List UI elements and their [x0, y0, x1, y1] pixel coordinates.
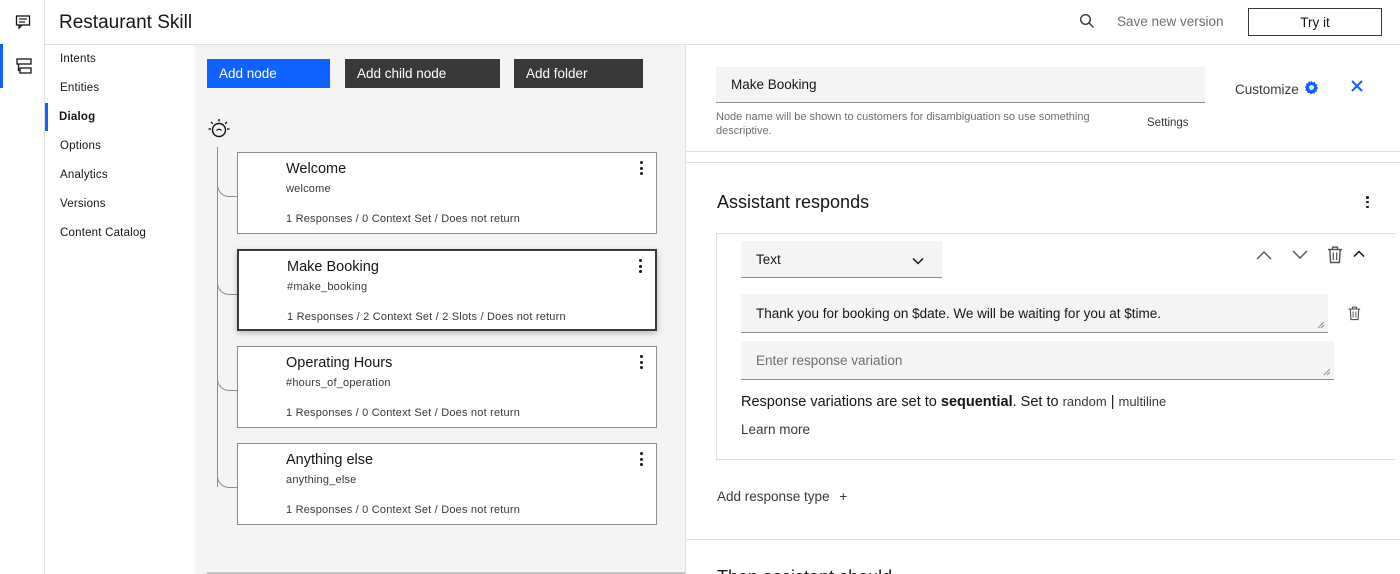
chevron-down-icon: [912, 253, 924, 268]
add-folder-button[interactable]: Add folder: [514, 59, 643, 88]
customize-button[interactable]: Customize: [1235, 80, 1319, 98]
overflow-menu-icon[interactable]: [636, 159, 646, 177]
move-down-icon[interactable]: [1292, 248, 1308, 266]
chat-icon[interactable]: [0, 0, 45, 44]
delete-variation-icon[interactable]: [1348, 306, 1361, 326]
node-name-input[interactable]: Make Booking: [716, 67, 1205, 103]
node-summary: 1 Responses / 2 Context Set / 2 Slots / …: [287, 311, 566, 323]
nav-item-options[interactable]: Options: [45, 132, 195, 160]
overflow-menu-icon[interactable]: [636, 450, 646, 468]
variation-option-random[interactable]: random: [1063, 394, 1107, 409]
node-condition: anything_else: [286, 474, 357, 486]
dialog-canvas: Add node Add child node Add folder Welco…: [195, 45, 685, 574]
node-name: Operating Hours: [286, 355, 393, 371]
variations-mode: sequential: [940, 394, 1013, 410]
response-type-value: Text: [756, 251, 781, 267]
gear-icon: [1304, 80, 1319, 98]
nav-item-intents[interactable]: Intents: [45, 45, 195, 73]
divider: [686, 162, 1400, 163]
try-it-button[interactable]: Try it: [1248, 8, 1382, 36]
divider: [686, 539, 1400, 540]
tree-branch: [217, 275, 237, 295]
settings-link[interactable]: Settings: [1147, 117, 1189, 129]
node-editor-panel: Make Booking Node name will be shown to …: [685, 45, 1400, 574]
nav-item-content-catalog[interactable]: Content Catalog: [45, 219, 195, 247]
dialog-node-anything-else[interactable]: Anything else anything_else 1 Responses …: [237, 443, 657, 525]
nav-item-dialog[interactable]: Dialog: [45, 103, 195, 131]
add-response-type-label: Add response type: [717, 489, 830, 504]
node-name: Welcome: [286, 161, 347, 177]
left-rail: [0, 0, 45, 574]
skill-nav: Intents Entities Dialog Options Analytic…: [45, 45, 195, 574]
section-title-assistant-responds: Assistant responds: [717, 192, 870, 212]
overflow-menu-icon[interactable]: [635, 257, 645, 275]
add-response-type-button[interactable]: Add response type +: [717, 489, 847, 504]
add-node-button[interactable]: Add node: [207, 59, 330, 88]
save-new-version-button[interactable]: Save new version: [1117, 14, 1224, 29]
node-summary: 1 Responses / 0 Context Set / Does not r…: [286, 407, 521, 419]
overflow-menu-icon[interactable]: [636, 353, 646, 371]
nav-item-versions[interactable]: Versions: [45, 190, 195, 218]
resize-grip-icon[interactable]: [1317, 321, 1325, 329]
section-title-then-assistant: Then assistant should: [717, 567, 892, 574]
tree-branch: [217, 371, 237, 391]
search-icon[interactable]: [1079, 13, 1095, 34]
tree-connector: [217, 147, 218, 487]
variations-setting-text: Response variations are set to sequentia…: [741, 394, 1166, 410]
tree-branch: [217, 177, 237, 197]
node-name: Make Booking: [287, 259, 379, 275]
variations-mid: . Set to: [1012, 394, 1063, 410]
divider: [716, 459, 1395, 460]
move-up-icon[interactable]: [1256, 248, 1272, 266]
top-bar: Restaurant Skill Save new version Try it: [45, 0, 1400, 45]
page-title: Restaurant Skill: [59, 12, 193, 33]
learn-more-link[interactable]: Learn more: [741, 422, 810, 437]
add-icon: +: [839, 489, 848, 504]
skill-tree-icon[interactable]: [0, 44, 45, 88]
node-condition: #hours_of_operation: [286, 377, 391, 389]
variation-option-multiline[interactable]: multiline: [1119, 394, 1167, 409]
variation-option-separator: |: [1106, 394, 1119, 410]
dialog-node-make-booking[interactable]: Make Booking #make_booking 1 Responses /…: [237, 249, 657, 331]
nav-item-entities[interactable]: Entities: [45, 74, 195, 102]
node-name-helper-text: Node name will be shown to customers for…: [716, 111, 1090, 137]
node-condition: #make_booking: [287, 281, 368, 293]
response-type-select[interactable]: Text: [741, 241, 942, 278]
dialog-node-welcome[interactable]: Welcome welcome 1 Responses / 0 Context …: [237, 152, 657, 234]
add-child-node-button[interactable]: Add child node: [345, 59, 500, 88]
close-icon[interactable]: [1350, 79, 1364, 98]
response-text-value: Thank you for booking on $date. We will …: [756, 305, 1161, 321]
tree-branch: [217, 468, 237, 488]
resize-grip-icon[interactable]: [1323, 368, 1331, 376]
node-condition: welcome: [286, 183, 331, 195]
customize-label: Customize: [1235, 81, 1299, 97]
collapse-icon[interactable]: [1353, 245, 1365, 263]
response-variation-placeholder: Enter response variation: [756, 352, 903, 368]
assistant-bulb-icon: [207, 117, 231, 146]
node-name: Anything else: [286, 452, 374, 468]
nav-item-analytics[interactable]: Analytics: [45, 161, 195, 189]
variations-prefix: Response variations are set to: [741, 394, 941, 410]
dialog-node-operating-hours[interactable]: Operating Hours #hours_of_operation 1 Re…: [237, 346, 657, 428]
node-summary: 1 Responses / 0 Context Set / Does not r…: [286, 504, 521, 516]
divider: [686, 151, 1400, 152]
section-overflow-menu-icon[interactable]: [1366, 196, 1370, 208]
delete-response-icon[interactable]: [1327, 246, 1343, 269]
node-summary: 1 Responses / 0 Context Set / Does not r…: [286, 213, 521, 225]
response-text-input[interactable]: Thank you for booking on $date. We will …: [741, 294, 1328, 333]
response-variation-input[interactable]: Enter response variation: [741, 341, 1334, 380]
